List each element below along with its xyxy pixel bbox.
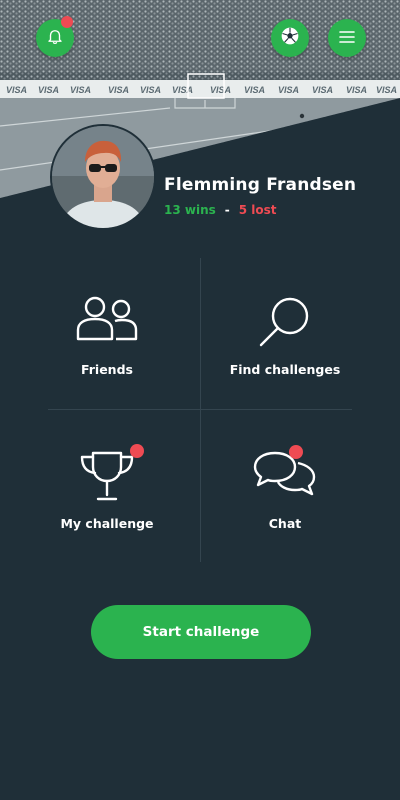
trophy-icon	[78, 444, 144, 506]
bell-icon	[46, 27, 64, 49]
notification-dot	[289, 445, 303, 459]
menu-button[interactable]	[328, 19, 366, 57]
svg-text:VISA: VISA	[312, 85, 333, 95]
svg-text:VISA: VISA	[172, 85, 193, 95]
record-separator: -	[224, 203, 230, 217]
svg-text:VISA: VISA	[278, 85, 299, 95]
chat-icon	[253, 445, 317, 504]
tile-chat[interactable]: Chat	[210, 412, 360, 562]
tile-friends-label: Friends	[81, 362, 133, 377]
soccer-ball-icon	[280, 26, 300, 50]
start-challenge-button[interactable]: Start challenge	[91, 605, 311, 659]
avatar[interactable]	[50, 124, 156, 230]
tile-my-challenge-label: My challenge	[60, 516, 154, 531]
search-icon	[257, 296, 313, 352]
win-loss-record: 13 wins -5 lost	[164, 203, 277, 217]
svg-text:VISA: VISA	[108, 85, 129, 95]
profile-name: Flemming Frandsen	[164, 175, 357, 195]
tile-friends[interactable]: Friends	[32, 258, 182, 408]
tile-find-challenges[interactable]: Find challenges	[210, 258, 360, 408]
grid-divider-vertical	[200, 258, 201, 562]
svg-text:VISA: VISA	[38, 85, 59, 95]
svg-text:VISA: VISA	[6, 85, 27, 95]
friends-icon	[75, 296, 139, 346]
svg-text:VISA: VISA	[210, 85, 231, 95]
hamburger-menu-icon	[339, 29, 355, 48]
svg-text:VISA: VISA	[346, 85, 367, 95]
notifications-button[interactable]	[36, 16, 74, 57]
tile-chat-label: Chat	[268, 516, 302, 531]
notification-dot	[130, 444, 144, 458]
grid-divider-horizontal	[48, 409, 352, 410]
tile-find-challenges-label: Find challenges	[229, 362, 341, 377]
svg-text:VISA: VISA	[376, 85, 397, 95]
notification-dot	[61, 16, 73, 28]
tile-my-challenge[interactable]: My challenge	[32, 412, 182, 562]
svg-text:VISA: VISA	[140, 85, 161, 95]
lost-count: 5 lost	[238, 203, 277, 217]
wins-count: 13 wins	[164, 203, 216, 217]
svg-text:VISA: VISA	[70, 85, 91, 95]
sports-button[interactable]	[271, 19, 309, 57]
svg-text:VISA: VISA	[244, 85, 265, 95]
